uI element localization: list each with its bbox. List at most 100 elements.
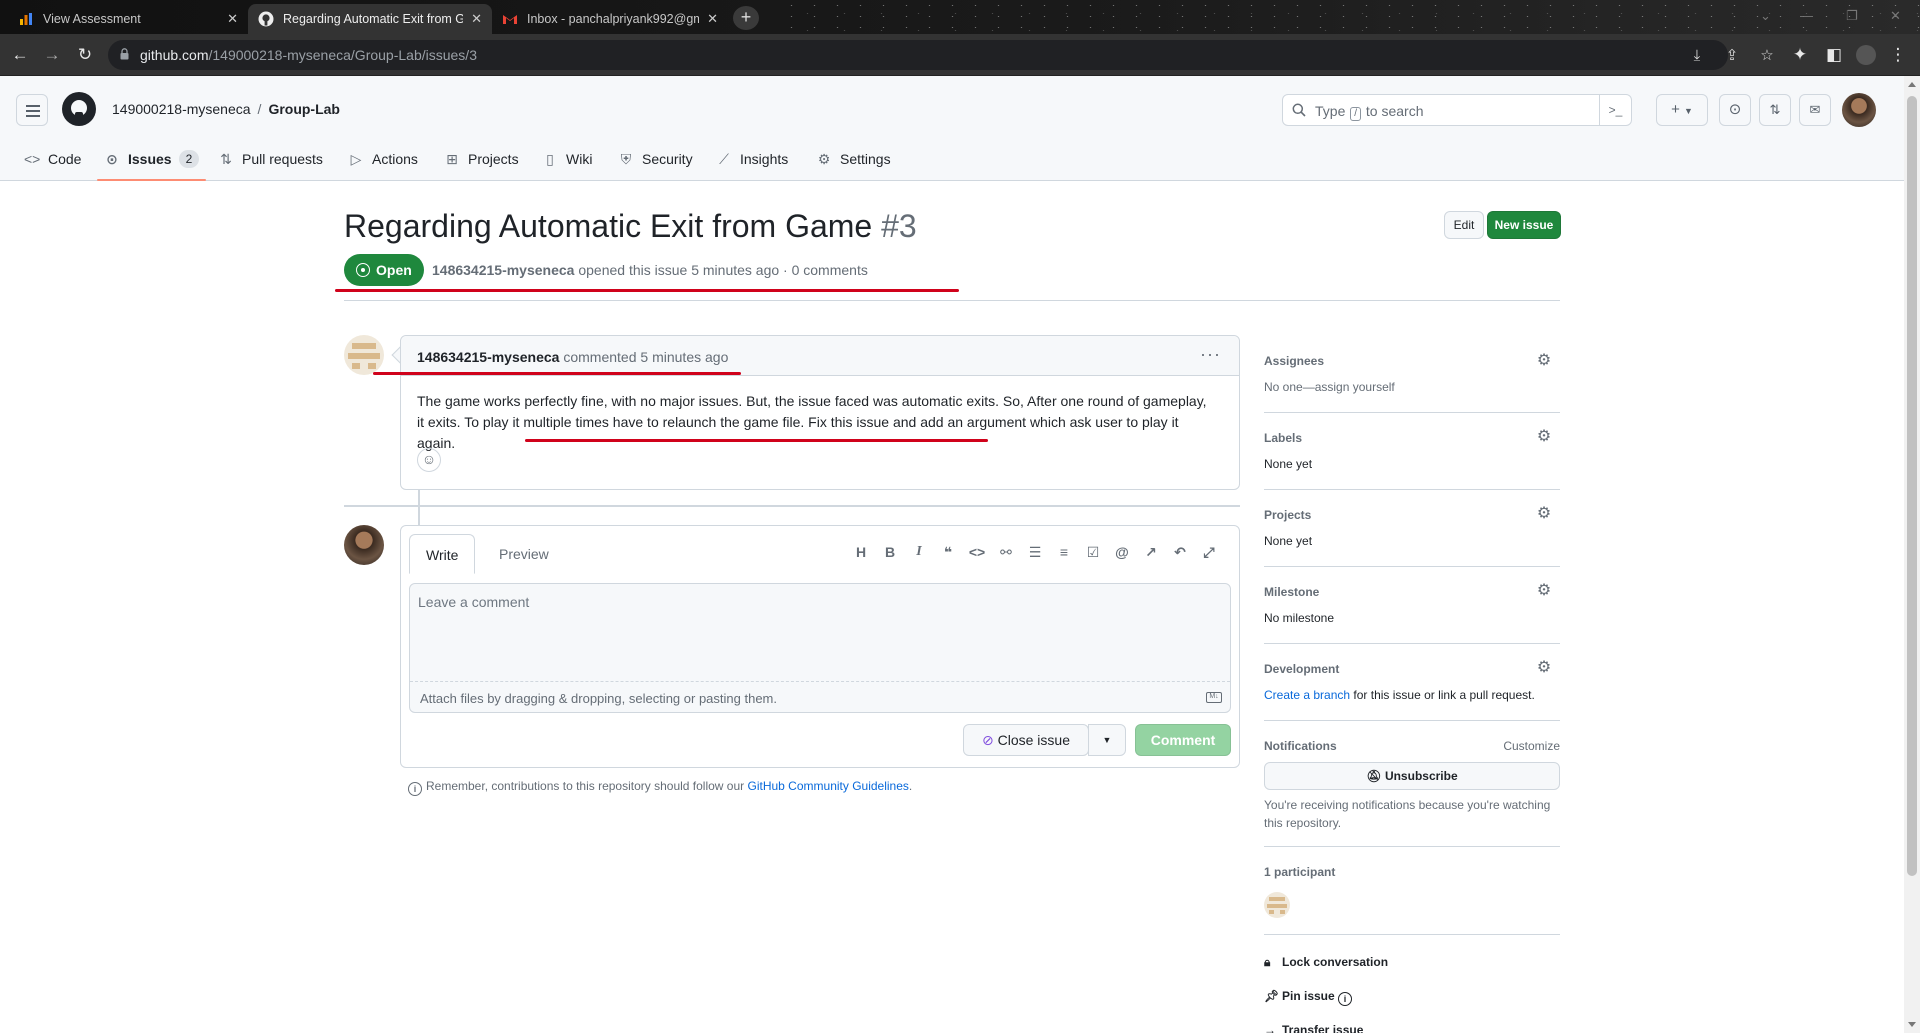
link-icon[interactable]: ⚯ — [996, 542, 1016, 562]
gear-icon[interactable]: ⚙ — [1536, 583, 1552, 599]
breadcrumb: 149000218-myseneca / Group-Lab — [112, 101, 340, 117]
install-app-icon[interactable]: ⤓ — [1688, 47, 1706, 65]
inbox-icon[interactable]: ✉ — [1799, 94, 1831, 126]
tab-actions[interactable]: ▷ Actions — [348, 136, 418, 181]
browser-tab-view-assessment[interactable]: View Assessment ✕ — [8, 4, 248, 34]
tab-pull-requests[interactable]: ⇅ Pull requests — [218, 136, 323, 181]
heading-icon[interactable]: H — [851, 542, 871, 562]
close-tab-icon[interactable]: ✕ — [471, 11, 482, 27]
mention-icon[interactable]: @ — [1112, 542, 1132, 562]
chart-icon — [20, 13, 32, 25]
my-avatar[interactable] — [344, 525, 384, 565]
tab-code[interactable]: <> Code — [24, 136, 81, 181]
side-panel-icon[interactable]: ◧ — [1824, 45, 1844, 65]
gear-icon[interactable]: ⚙ — [1536, 429, 1552, 445]
extensions-icon[interactable]: ✦ — [1790, 45, 1810, 65]
cross-reference-icon[interactable]: ↗ — [1141, 542, 1161, 562]
unordered-list-icon[interactable]: ☰ — [1025, 542, 1045, 562]
back-icon[interactable]: ← — [10, 45, 30, 65]
issue-comment: 148634215-myseneca commented 5 minutes a… — [400, 335, 1240, 490]
browser-tab-gmail[interactable]: Inbox - panchalpriyank992@gma ✕ — [492, 4, 728, 34]
tab-label: Code — [48, 150, 82, 167]
create-branch-link[interactable]: Create a branch — [1264, 688, 1350, 702]
community-guidelines-note: i Remember, contributions to this reposit… — [408, 779, 912, 796]
close-issue-options-button[interactable]: ▼ — [1088, 724, 1126, 756]
address-bar[interactable]: github.com/149000218-myseneca/Group-Lab/… — [108, 40, 1774, 70]
tab-insights[interactable]: ⟋ Insights — [716, 136, 788, 181]
close-issue-button[interactable]: ⊘ Close issue — [963, 724, 1089, 756]
share-icon[interactable]: ⇪ — [1723, 47, 1741, 65]
tab-write[interactable]: Write — [409, 534, 476, 574]
bookmark-star-icon[interactable]: ☆ — [1758, 47, 1776, 65]
comment-body: The game works perfectly fine, with no m… — [417, 393, 1207, 451]
forward-icon[interactable]: → — [42, 45, 62, 65]
add-reaction-icon[interactable]: ☺ — [417, 448, 441, 472]
italic-icon[interactable]: I — [909, 542, 929, 562]
comment-button[interactable]: Comment — [1135, 724, 1231, 756]
edit-title-button[interactable]: Edit — [1444, 211, 1484, 239]
close-window-icon[interactable]: ✕ — [1890, 8, 1901, 24]
pin-issue-link[interactable]: 📌︎ Pin issue i — [1264, 989, 1356, 1006]
commenter-avatar[interactable] — [344, 335, 384, 375]
lock-conversation-link[interactable]: 🔒︎ Lock conversation — [1264, 955, 1388, 970]
maximize-icon[interactable]: ❐ — [1846, 8, 1858, 24]
tab-projects[interactable]: ⊞ Projects — [444, 136, 518, 181]
gear-icon[interactable]: ⚙ — [1536, 506, 1552, 522]
attach-files-hint[interactable]: Attach files by dragging & dropping, sel… — [420, 691, 777, 706]
saved-reply-icon[interactable]: ↶ — [1170, 542, 1190, 562]
search-input[interactable]: Type / to search >_ — [1282, 94, 1632, 126]
hamburger-menu-button[interactable] — [16, 94, 48, 126]
new-tab-button[interactable]: + — [733, 6, 759, 30]
browser-menu-icon[interactable]: ⋮ — [1888, 45, 1908, 65]
tab-issues[interactable]: ⊙ Issues 2 — [96, 136, 207, 181]
breadcrumb-owner[interactable]: 149000218-myseneca — [112, 101, 251, 117]
close-tab-icon[interactable]: ✕ — [227, 11, 238, 27]
scroll-down-arrow[interactable] — [1908, 1022, 1916, 1027]
issues-icon[interactable]: ⊙ — [1719, 94, 1751, 126]
customize-link[interactable]: Customize — [1503, 739, 1560, 753]
github-logo-icon[interactable] — [62, 92, 96, 126]
user-avatar[interactable] — [1842, 93, 1876, 127]
browser-tab-github-issue[interactable]: Regarding Automatic Exit from G ✕ — [248, 4, 492, 34]
transfer-issue-link[interactable]: → Transfer issue — [1264, 1023, 1363, 1033]
fullscreen-icon[interactable]: ⤢ — [1199, 542, 1219, 562]
quote-icon[interactable]: ❝ — [938, 542, 958, 562]
profile-avatar-icon[interactable] — [1856, 45, 1876, 65]
unsubscribe-button[interactable]: 🔕︎ Unsubscribe — [1264, 762, 1560, 790]
tab-settings[interactable]: ⚙ Settings — [816, 136, 891, 181]
bold-icon[interactable]: B — [880, 542, 900, 562]
task-list-icon[interactable]: ☑ — [1083, 542, 1103, 562]
tab-security[interactable]: ⛨ Security — [618, 136, 693, 181]
github-header: 149000218-myseneca / Group-Lab Type / to s… — [0, 76, 1904, 181]
issue-title: Regarding Automatic Exit from Game #3 — [344, 208, 917, 245]
issue-author-link[interactable]: 148634215-myseneca — [432, 262, 574, 278]
tab-preview[interactable]: Preview — [483, 534, 565, 574]
code-icon[interactable]: <> — [967, 542, 987, 562]
create-new-button[interactable]: + ▼ — [1656, 94, 1708, 126]
tab-search-icon[interactable]: ⌄ — [1760, 8, 1771, 24]
new-issue-button[interactable]: New issue — [1487, 211, 1561, 239]
page-scrollbar[interactable] — [1904, 76, 1920, 1033]
community-guidelines-link[interactable]: GitHub Community Guidelines — [748, 779, 909, 793]
command-palette-icon[interactable]: >_ — [1599, 95, 1631, 125]
ordered-list-icon[interactable]: ≡ — [1054, 542, 1074, 562]
breadcrumb-repo[interactable]: Group-Lab — [268, 101, 340, 117]
close-tab-icon[interactable]: ✕ — [707, 11, 718, 27]
scrollbar-thumb[interactable] — [1907, 96, 1917, 876]
reload-icon[interactable]: ↻ — [75, 45, 95, 65]
info-icon[interactable]: i — [1338, 992, 1353, 1006]
tab-wiki[interactable]: ▯ Wiki — [542, 136, 592, 181]
gear-icon[interactable]: ⚙ — [1536, 353, 1552, 369]
comment-author-link[interactable]: 148634215-myseneca — [417, 349, 559, 365]
comment-timestamp[interactable]: 5 minutes ago — [640, 349, 728, 365]
tab-label: Pull requests — [242, 150, 323, 167]
pull-requests-icon[interactable]: ⇅ — [1759, 94, 1791, 126]
minimize-icon[interactable]: — — [1800, 8, 1813, 23]
gear-icon[interactable]: ⚙ — [1536, 660, 1552, 676]
participant-avatar[interactable] — [1264, 892, 1290, 918]
scroll-up-arrow[interactable] — [1908, 82, 1916, 87]
chevron-down-icon: ▼ — [1102, 735, 1112, 745]
comment-textarea[interactable]: Leave a comment — [410, 584, 1230, 682]
kebab-menu-icon[interactable]: ··· — [1200, 344, 1221, 365]
assign-yourself-link[interactable]: assign yourself — [1315, 380, 1395, 394]
